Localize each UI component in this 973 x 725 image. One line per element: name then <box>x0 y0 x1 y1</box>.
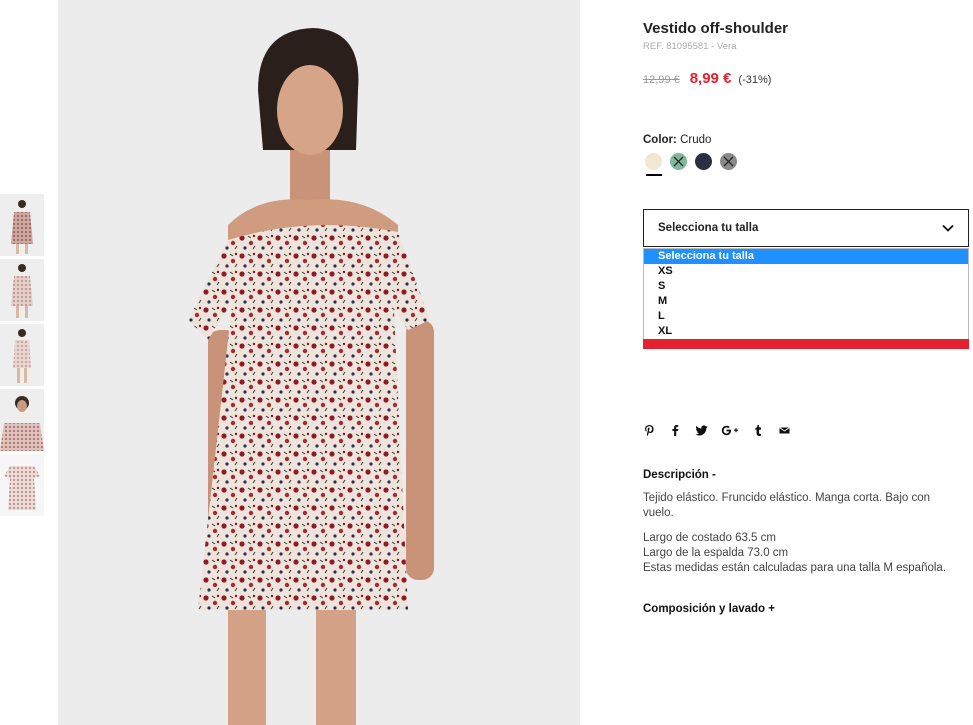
measurement-line: Estas medidas están calculadas para una … <box>643 562 947 574</box>
share-icons <box>643 423 791 437</box>
thumbnail-2[interactable] <box>0 259 44 321</box>
twitter-icon[interactable] <box>695 423 708 437</box>
swatch-crudo[interactable] <box>645 153 662 170</box>
composition-toggle[interactable]: Composición y lavado + <box>643 603 775 615</box>
google-plus-icon[interactable] <box>721 423 739 437</box>
price-row: 12,99 € 8,99 € (-31%) <box>643 70 771 87</box>
size-option[interactable]: L <box>644 309 968 324</box>
size-option[interactable]: S <box>644 279 968 294</box>
discount-badge: (-31%) <box>738 74 772 86</box>
size-option[interactable]: Selecciona tu talla <box>644 249 968 264</box>
description-text: Tejido elástico. Fruncido elástico. Mang… <box>643 492 931 519</box>
thumbnail-1[interactable] <box>0 194 44 256</box>
swatch-green[interactable] <box>670 153 687 170</box>
size-select[interactable]: Selecciona tu talla <box>643 209 969 247</box>
thumbnail-3[interactable] <box>0 324 44 386</box>
pinterest-icon[interactable] <box>643 423 656 437</box>
swatch-grey[interactable] <box>720 153 737 170</box>
color-value: Crudo <box>680 134 712 146</box>
measurements-text: Largo de costado 63.5 cm Largo de la esp… <box>643 531 973 576</box>
description-toggle[interactable]: Descripción - <box>643 469 716 481</box>
measurement-line: Largo de la espalda 73.0 cm <box>643 547 789 559</box>
product-reference: REF. 81095581 - Vera <box>643 41 737 52</box>
email-icon[interactable] <box>778 423 791 437</box>
tumblr-icon[interactable] <box>752 423 765 437</box>
product-title: Vestido off-shoulder <box>643 20 789 37</box>
color-label-key: Color: <box>643 134 677 146</box>
sale-price: 8,99 € <box>689 70 732 87</box>
size-dropdown-list: Selecciona tu talla XS S M L XL <box>643 248 969 344</box>
measurement-line: Largo de costado 63.5 cm <box>643 532 776 544</box>
add-to-bag-bar[interactable] <box>643 339 969 349</box>
swatch-navy[interactable] <box>695 153 712 170</box>
thumbnail-5[interactable] <box>0 454 44 516</box>
size-select-label: Selecciona tu talla <box>658 222 759 234</box>
old-price: 12,99 € <box>643 74 680 86</box>
size-option[interactable]: XL <box>644 324 968 339</box>
color-swatches <box>645 153 737 170</box>
color-label: Color: Crudo <box>643 134 711 146</box>
product-main-image <box>58 0 580 725</box>
chevron-down-icon <box>942 224 954 232</box>
unavailable-cross-icon <box>723 156 734 167</box>
selected-swatch-indicator <box>646 174 662 176</box>
unavailable-cross-icon <box>673 156 684 167</box>
size-option[interactable]: M <box>644 294 968 309</box>
thumbnail-gallery <box>0 194 44 519</box>
facebook-icon[interactable] <box>669 423 682 437</box>
thumbnail-4[interactable] <box>0 389 44 451</box>
size-option[interactable]: XS <box>644 264 968 279</box>
